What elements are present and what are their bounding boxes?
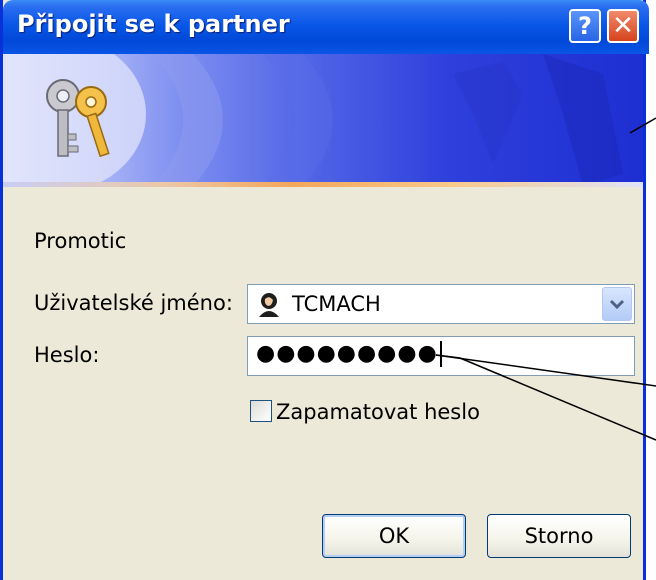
remember-password-checkbox[interactable] bbox=[250, 400, 272, 422]
text-caret bbox=[439, 341, 442, 367]
close-icon: ✕ bbox=[612, 11, 634, 41]
title-bar[interactable]: Připojit se k partner ? ✕ bbox=[3, 0, 649, 54]
remember-password-label[interactable]: Zapamatovat heslo bbox=[276, 400, 480, 424]
password-field[interactable]: ●●●●●●●●● bbox=[247, 336, 635, 376]
username-label: Uživatelské jméno: bbox=[34, 291, 233, 315]
help-button[interactable]: ? bbox=[569, 9, 601, 43]
ok-button[interactable]: OK bbox=[322, 514, 466, 558]
user-icon bbox=[259, 293, 279, 317]
username-combobox[interactable]: TCMACH bbox=[247, 284, 635, 324]
username-value: TCMACH bbox=[292, 292, 381, 316]
close-button[interactable]: ✕ bbox=[607, 9, 639, 43]
cancel-button[interactable]: Storno bbox=[487, 514, 631, 558]
help-icon: ? bbox=[578, 12, 592, 40]
banner-decoration bbox=[3, 54, 623, 186]
password-value: ●●●●●●●●● bbox=[256, 341, 442, 367]
dropdown-button[interactable] bbox=[602, 287, 632, 321]
banner-accent-stripe bbox=[3, 182, 643, 187]
password-label: Heslo: bbox=[34, 343, 100, 367]
server-name: Promotic bbox=[34, 229, 127, 253]
banner-image bbox=[3, 54, 643, 186]
chevron-down-icon bbox=[609, 299, 625, 310]
password-dots: ●●●●●●●●● bbox=[256, 341, 438, 366]
window-title: Připojit se k partner bbox=[17, 10, 290, 38]
